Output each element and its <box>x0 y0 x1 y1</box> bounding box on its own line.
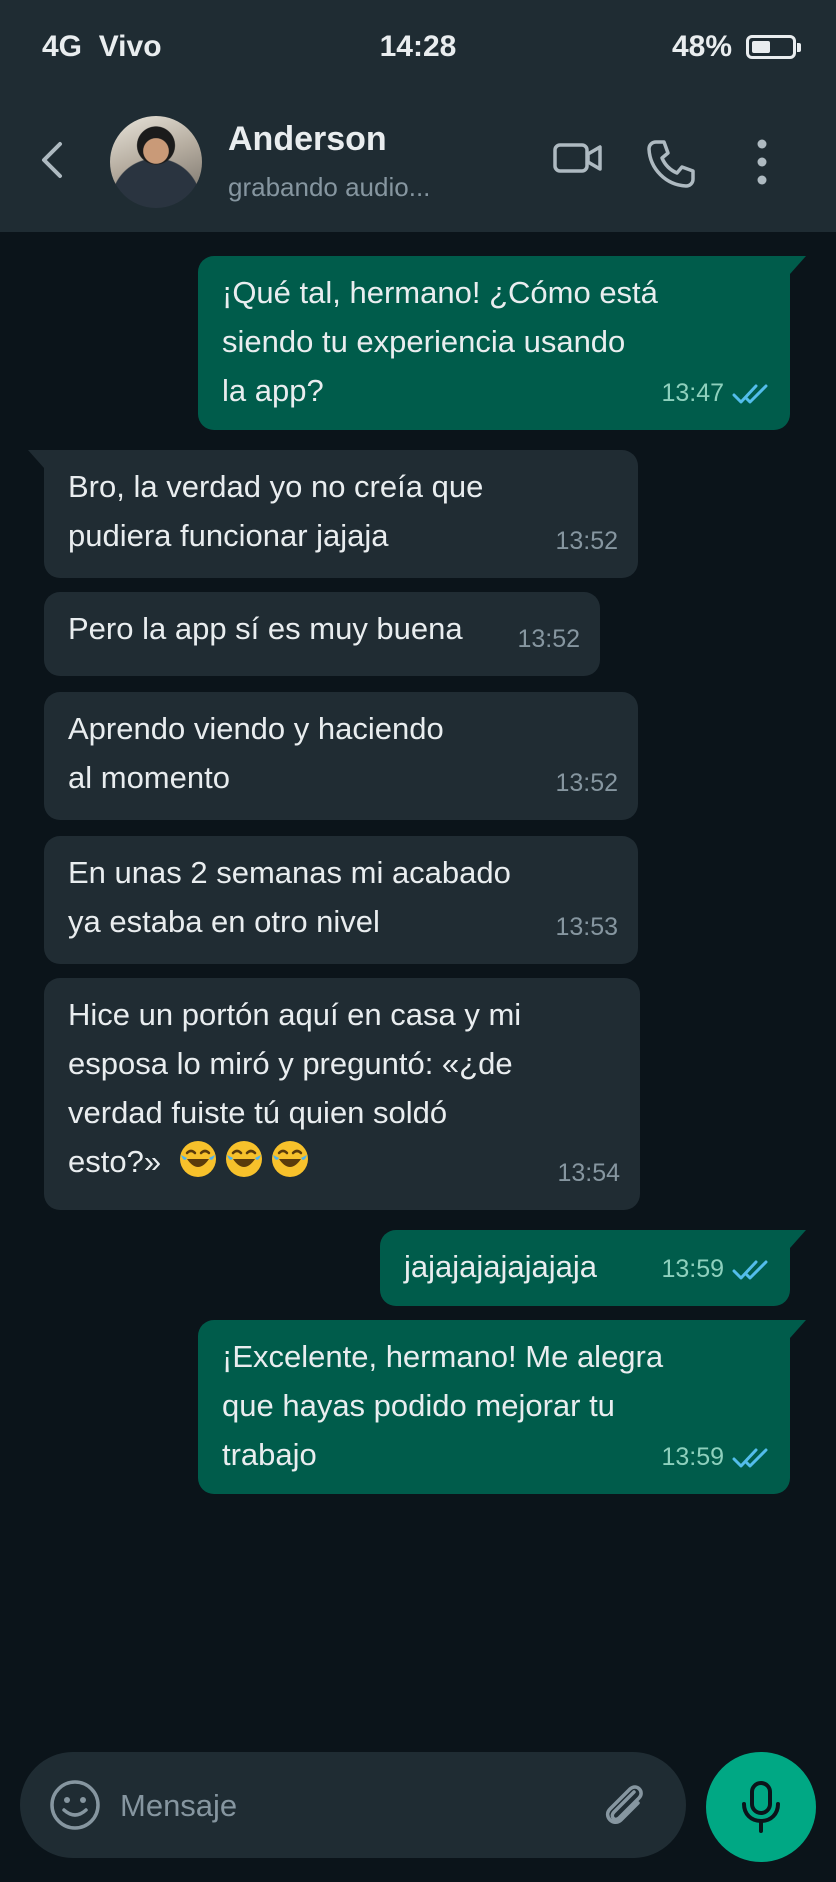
message-incoming[interactable]: Hice un portón aquí en casa y mi esposa … <box>44 978 640 1210</box>
status-bar: 4G Vivo 14:28 48% <box>0 0 836 92</box>
message-meta: 13:52 <box>517 615 580 664</box>
message-incoming[interactable]: Aprendo viendo y haciendo al momento 13:… <box>44 692 638 820</box>
message-text: Bro, la verdad yo no creía que pudiera f… <box>68 469 484 553</box>
read-ticks-icon <box>732 384 768 403</box>
message-meta: 13:52 <box>555 517 618 566</box>
message-outgoing[interactable]: ¡Qué tal, hermano! ¿Cómo está siendo tu … <box>198 256 806 430</box>
message-time: 13:52 <box>555 527 618 555</box>
message-time: 13:59 <box>661 1255 724 1283</box>
paperclip-icon[interactable] <box>596 1778 650 1832</box>
message-meta: 13:53 <box>555 903 618 952</box>
message-meta: 13:59 <box>661 1245 770 1294</box>
more-vert-icon[interactable] <box>752 138 772 186</box>
laughing-emoji-icon <box>178 1137 316 1186</box>
message-time: 13:54 <box>557 1159 620 1187</box>
message-incoming[interactable]: Bro, la verdad yo no creía que pudiera f… <box>28 450 638 578</box>
video-call-icon[interactable] <box>552 138 604 178</box>
message-time: 13:52 <box>517 625 580 653</box>
back-arrow-icon[interactable] <box>34 138 74 182</box>
message-meta: 13:59 <box>661 1433 770 1482</box>
message-incoming[interactable]: En unas 2 semanas mi acabado ya estaba e… <box>44 836 638 964</box>
message-time: 13:47 <box>661 379 724 407</box>
status-right: 48% <box>671 30 801 64</box>
emoji-icon[interactable] <box>48 1778 102 1832</box>
message-meta: 13:54 <box>557 1149 620 1198</box>
message-outgoing[interactable]: ¡Excelente, hermano! Me alegra que hayas… <box>198 1320 806 1494</box>
message-composer <box>20 1752 686 1858</box>
message-time: 13:53 <box>555 913 618 941</box>
message-meta: 13:52 <box>555 759 618 808</box>
message-text: En unas 2 semanas mi acabado ya estaba e… <box>68 855 511 939</box>
avatar[interactable] <box>110 116 202 208</box>
message-time: 13:59 <box>661 1443 724 1471</box>
contact-status: grabando audio... <box>228 172 431 202</box>
message-text: Pero la app sí es muy buena <box>68 611 463 646</box>
read-ticks-icon <box>732 1260 768 1279</box>
message-incoming[interactable]: Pero la app sí es muy buena 13:52 <box>44 592 600 676</box>
message-outgoing[interactable]: jajajajajajajaja 13:59 <box>380 1230 806 1306</box>
message-time: 13:52 <box>555 769 618 797</box>
microphone-icon <box>742 1781 780 1833</box>
battery-percent: 48% <box>671 30 732 63</box>
battery-icon <box>746 35 801 59</box>
phone-call-icon[interactable] <box>644 138 696 190</box>
message-input[interactable] <box>118 1776 602 1836</box>
read-ticks-icon <box>732 1448 768 1467</box>
message-text: Aprendo viendo y haciendo al momento <box>68 711 444 795</box>
contact-name[interactable]: Anderson <box>228 120 387 159</box>
chat-header: Anderson grabando audio... <box>0 92 836 232</box>
message-meta: 13:47 <box>661 369 770 418</box>
microphone-button[interactable] <box>706 1752 816 1862</box>
